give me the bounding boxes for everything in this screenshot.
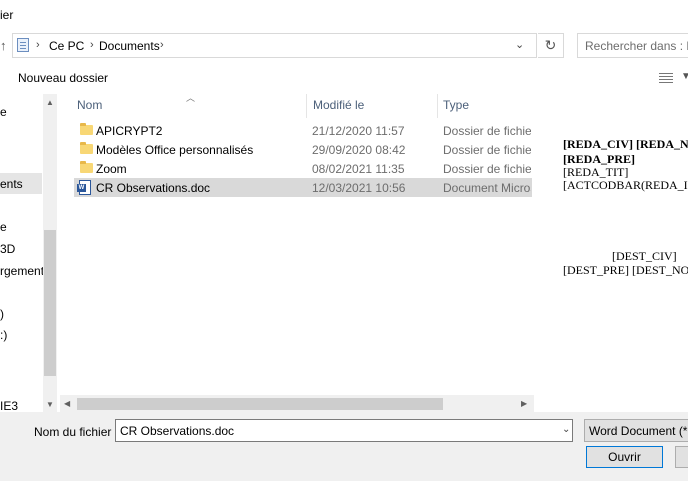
- address-bar[interactable]: › Ce PC › Documents › ⌄: [12, 33, 537, 58]
- nav-item[interactable]: ): [0, 307, 4, 321]
- view-options-icon[interactable]: [659, 73, 673, 84]
- sort-ascending-icon: ︿: [186, 93, 196, 103]
- folder-icon: [80, 161, 93, 173]
- scroll-right-icon[interactable]: ▶: [521, 399, 527, 408]
- chevron-right-icon[interactable]: ›: [36, 39, 40, 51]
- folder-icon: [80, 123, 93, 135]
- filetype-select[interactable]: Word Document (*.do: [584, 419, 688, 442]
- word-doc-icon: [77, 180, 91, 195]
- documents-icon: [17, 38, 29, 52]
- filename-input[interactable]: CR Observations.doc ⌄: [115, 419, 573, 442]
- preview-line: [DEST_CIV]: [612, 249, 677, 263]
- refresh-button[interactable]: ↻: [538, 33, 564, 58]
- filename-label: Nom du fichier :: [34, 425, 119, 439]
- chevron-right-icon[interactable]: ›: [160, 39, 164, 51]
- window-title: ier: [0, 8, 14, 22]
- view-dropdown-icon[interactable]: ▼: [681, 71, 688, 82]
- file-type: Dossier de fichiers: [443, 162, 531, 176]
- column-divider[interactable]: [437, 94, 438, 118]
- title-bar: ier: [0, 0, 688, 30]
- breadcrumb-documents[interactable]: Documents: [99, 39, 160, 53]
- column-header-type[interactable]: Type: [443, 98, 469, 112]
- chevron-down-icon[interactable]: ⌄: [562, 424, 570, 435]
- nav-item-3d[interactable]: 3D: [0, 242, 15, 256]
- up-arrow-icon[interactable]: ↑: [0, 38, 7, 53]
- preview-line: [REDA_CIV] [REDA_N: [563, 137, 688, 151]
- new-folder-button[interactable]: Nouveau dossier: [18, 71, 108, 85]
- column-header-modified[interactable]: Modifié le: [313, 98, 364, 112]
- nav-item[interactable]: e: [0, 220, 7, 234]
- file-modified: 12/03/2021 10:56: [312, 181, 406, 195]
- filename-value: CR Observations.doc: [120, 424, 235, 438]
- preview-pane: [REDA_CIV] [REDA_N [REDA_PRE] [REDA_TIT]…: [534, 94, 688, 412]
- file-row[interactable]: APICRYPT2 21/12/2020 11:57 Dossier de fi…: [74, 121, 532, 140]
- search-input[interactable]: Rechercher dans : Doc: [577, 33, 688, 58]
- scroll-left-icon[interactable]: ◀: [64, 399, 70, 408]
- nav-item-documents[interactable]: ents: [0, 177, 23, 191]
- file-name: Zoom: [96, 162, 127, 176]
- open-button[interactable]: Ouvrir: [586, 446, 663, 468]
- nav-item[interactable]: IE3: [0, 399, 18, 413]
- scroll-up-icon[interactable]: ▲: [46, 98, 54, 107]
- file-modified: 29/09/2020 08:42: [312, 143, 406, 157]
- file-type: Dossier de fichiers: [443, 124, 531, 138]
- file-row[interactable]: Zoom 08/02/2021 11:35 Dossier de fichier…: [74, 159, 532, 178]
- file-modified: 21/12/2020 11:57: [312, 124, 405, 138]
- cancel-button[interactable]: [675, 446, 688, 468]
- nav-item[interactable]: e: [0, 105, 7, 119]
- file-name: Modèles Office personnalisés: [96, 143, 254, 157]
- file-name: APICRYPT2: [96, 124, 163, 138]
- chevron-right-icon[interactable]: ›: [90, 39, 94, 51]
- hscrollbar-thumb[interactable]: [77, 398, 443, 410]
- preview-line: [ACTCODBAR(REDA_ID)]: [563, 178, 688, 192]
- file-row-selected[interactable]: CR Observations.doc 12/03/2021 10:56 Doc…: [74, 178, 532, 197]
- chevron-down-icon[interactable]: ⌄: [515, 38, 524, 51]
- folder-icon: [80, 142, 93, 154]
- nav-item[interactable]: :): [0, 328, 7, 342]
- nav-scrollbar-thumb[interactable]: [44, 230, 56, 376]
- column-divider[interactable]: [306, 94, 307, 118]
- scroll-down-icon[interactable]: ▼: [46, 400, 54, 409]
- file-type: Document Micros...: [443, 181, 531, 195]
- file-name: CR Observations.doc: [96, 181, 211, 195]
- search-placeholder: Rechercher dans : Doc: [585, 39, 688, 53]
- filetype-value: Word Document (*.do: [589, 424, 688, 438]
- preview-line: [DEST_PRE] [DEST_NO: [563, 263, 688, 277]
- file-row[interactable]: Modèles Office personnalisés 29/09/2020 …: [74, 140, 532, 159]
- column-header-name[interactable]: Nom: [77, 98, 102, 112]
- file-type: Dossier de fichiers: [443, 143, 531, 157]
- refresh-icon: ↻: [544, 37, 557, 53]
- breadcrumb-ce-pc[interactable]: Ce PC: [49, 39, 84, 53]
- file-modified: 08/02/2021 11:35: [312, 162, 405, 176]
